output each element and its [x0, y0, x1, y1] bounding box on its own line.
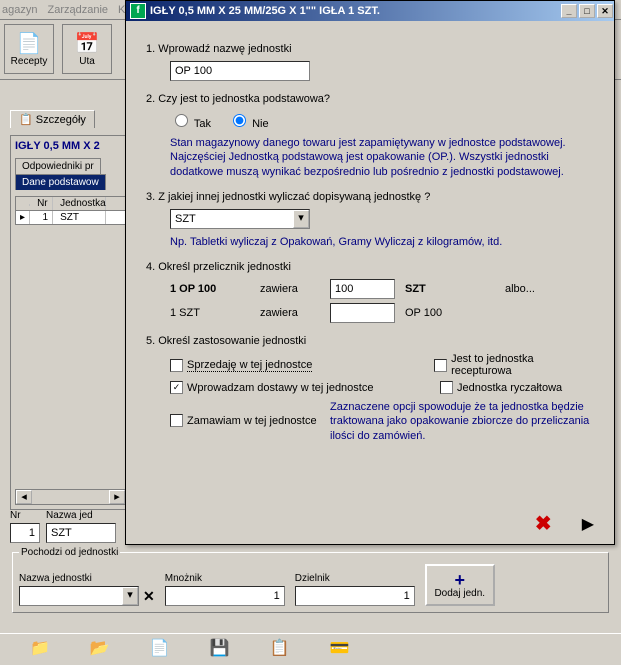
- unit-dialog: f IGŁY 0,5 MM X 25 MM/25G X 1"" IGŁA 1 S…: [125, 0, 615, 545]
- unit-name-input[interactable]: [170, 61, 310, 81]
- q2-hint: Stan magazynowy danego towaru jest zapam…: [170, 136, 594, 179]
- source-unit-combo[interactable]: SZT ▾: [170, 209, 310, 229]
- cell-nr: 1: [33, 211, 53, 224]
- toolbar-btn-label: Recepty: [11, 56, 48, 67]
- chk-recepturowa-label: Jest to jednostka recepturowa: [451, 353, 594, 377]
- add-unit-button[interactable]: + Dodaj jedn.: [425, 564, 495, 606]
- tab-odpowiedniki[interactable]: Odpowiedniki pr: [15, 158, 101, 174]
- status-bar-icons: 📁 📂 📄 💾 📋 💳: [0, 633, 621, 663]
- scroll-left-icon[interactable]: ◂: [16, 490, 32, 504]
- group-legend: Pochodzi od jednostki: [19, 547, 120, 558]
- row-marker: ▸: [16, 211, 30, 224]
- q3-hint: Np. Tabletki wyliczaj z Opakowań, Gramy …: [170, 235, 594, 249]
- units-table: Nr Jednostka ▸ 1 SZT: [15, 196, 126, 225]
- details-tabs: 📋 Szczegóły: [10, 110, 95, 128]
- q2-label: 2. Czy jest to jednostka podstawowa?: [146, 93, 594, 105]
- conv-unit-1: SZT: [405, 283, 455, 295]
- close-button[interactable]: ✕: [597, 4, 613, 18]
- radio-label: Nie: [252, 118, 269, 130]
- folder-icon[interactable]: 📁: [30, 638, 50, 659]
- conv-left: 1 OP 100: [170, 283, 250, 295]
- chk-zamawiam-note: Zaznaczene opcji spowoduje że ta jednost…: [330, 400, 594, 443]
- chk-dostawy[interactable]: [170, 381, 183, 394]
- cell-unit: SZT: [56, 211, 106, 224]
- toolbar-btn-label: Uta: [79, 56, 95, 67]
- tab-szczegoly[interactable]: 📋 Szczegóły: [10, 110, 95, 128]
- conv-zawiera-2: zawiera: [260, 307, 320, 319]
- conv-left-2: 1 SZT: [170, 307, 250, 319]
- radio-label: Tak: [194, 118, 211, 130]
- col-nr: Nr: [33, 197, 53, 210]
- chk-ryczaltowa-label: Jednostka ryczałtowa: [457, 382, 562, 394]
- folder-icon[interactable]: 📂: [90, 638, 110, 659]
- mnoznik-input[interactable]: [165, 586, 285, 606]
- add-btn-label: Dodaj jedn.: [434, 588, 485, 599]
- conv-unit-2: OP 100: [405, 307, 455, 319]
- chk-zamawiam-label: Zamawiam w tej jednostce: [187, 415, 317, 427]
- cancel-button[interactable]: ✖: [535, 511, 552, 536]
- minimize-button[interactable]: _: [561, 4, 577, 18]
- chk-sprzedaje[interactable]: [170, 359, 183, 372]
- nazwa-input[interactable]: [46, 523, 116, 543]
- col-marker: [16, 204, 30, 206]
- nazwa-jednostki-label: Nazwa jednostki: [19, 573, 155, 584]
- nr-label: Nr: [10, 510, 40, 521]
- col-jednostka: Jednostka: [56, 197, 106, 210]
- nazwa-jednostki-combo[interactable]: ▾: [19, 586, 139, 606]
- next-button[interactable]: ▶: [582, 514, 594, 534]
- radio-tak[interactable]: Tak: [170, 118, 211, 130]
- dialog-titlebar[interactable]: f IGŁY 0,5 MM X 25 MM/25G X 1"" IGŁA 1 S…: [126, 1, 614, 21]
- clipboard-icon[interactable]: 📋: [270, 638, 290, 659]
- nr-input[interactable]: [10, 523, 40, 543]
- nazwa-label: Nazwa jed: [46, 510, 116, 521]
- document-icon: 📄: [17, 31, 42, 56]
- q4-label: 4. Określ przelicznik jednostki: [146, 261, 594, 273]
- chk-zamawiam[interactable]: [170, 414, 183, 427]
- menu-item[interactable]: Zarządzanie: [47, 4, 108, 16]
- combo-value: SZT: [175, 213, 196, 225]
- radio-nie-input[interactable]: [233, 114, 246, 127]
- conv-zawiera: zawiera: [260, 283, 320, 295]
- tab-dane-podstawowe[interactable]: Dane podstawow: [15, 174, 106, 190]
- card-icon[interactable]: 💳: [330, 638, 350, 659]
- multiply-icon: ✕: [143, 588, 155, 605]
- menu-item[interactable]: agazyn: [2, 4, 37, 16]
- pochodzi-group: Pochodzi od jednostki Nazwa jednostki ▾ …: [12, 547, 609, 613]
- plus-icon: +: [454, 572, 465, 588]
- q5-label: 5. Określ zastosowanie jednostki: [146, 335, 594, 347]
- chk-recepturowa[interactable]: [434, 359, 447, 372]
- radio-tak-input[interactable]: [175, 114, 188, 127]
- toolbar-btn-uta[interactable]: 📅 Uta: [62, 24, 112, 74]
- dzielnik-label: Dzielnik: [295, 573, 415, 584]
- q3-label: 3. Z jakiej innej jednostki wyliczać dop…: [146, 191, 594, 203]
- scroll-right-icon[interactable]: ▸: [109, 490, 125, 504]
- chk-dostawy-label: Wprowadzam dostawy w tej jednostce: [187, 382, 373, 394]
- document-icon[interactable]: 📄: [150, 638, 170, 659]
- table-row[interactable]: ▸ 1 SZT: [16, 211, 125, 224]
- details-panel: IGŁY 0,5 MM X 2 Odpowiedniki pr Dane pod…: [10, 135, 131, 510]
- calendar-icon: 📅: [75, 31, 100, 56]
- tab-label: Szczegóły: [36, 114, 86, 126]
- radio-nie[interactable]: Nie: [228, 118, 269, 130]
- chk-sprzedaje-label: Sprzedaję w tej jednostce: [187, 359, 312, 372]
- mnoznik-label: Mnożnik: [165, 573, 285, 584]
- conv-value-1[interactable]: [330, 279, 395, 299]
- device-icon[interactable]: 💾: [210, 638, 230, 659]
- app-icon: f: [130, 3, 146, 19]
- panel-title: IGŁY 0,5 MM X 2: [15, 140, 126, 152]
- dialog-title: IGŁY 0,5 MM X 25 MM/25G X 1"" IGŁA 1 SZT…: [150, 5, 560, 17]
- chevron-down-icon[interactable]: ▾: [122, 587, 138, 605]
- toolbar-btn-recepty[interactable]: 📄 Recepty: [4, 24, 54, 74]
- conv-value-2[interactable]: [330, 303, 395, 323]
- maximize-button[interactable]: □: [579, 4, 595, 18]
- dzielnik-input[interactable]: [295, 586, 415, 606]
- horizontal-scrollbar[interactable]: ◂ ▸: [15, 489, 126, 505]
- q1-label: 1. Wprowadź nazwę jednostki: [146, 43, 594, 55]
- albo-label: albo...: [505, 283, 535, 295]
- chevron-down-icon[interactable]: ▾: [293, 210, 309, 228]
- chk-ryczaltowa[interactable]: [440, 381, 453, 394]
- dialog-body: 1. Wprowadź nazwę jednostki 2. Czy jest …: [126, 21, 614, 457]
- dialog-footer: ✖ ▶: [535, 511, 594, 536]
